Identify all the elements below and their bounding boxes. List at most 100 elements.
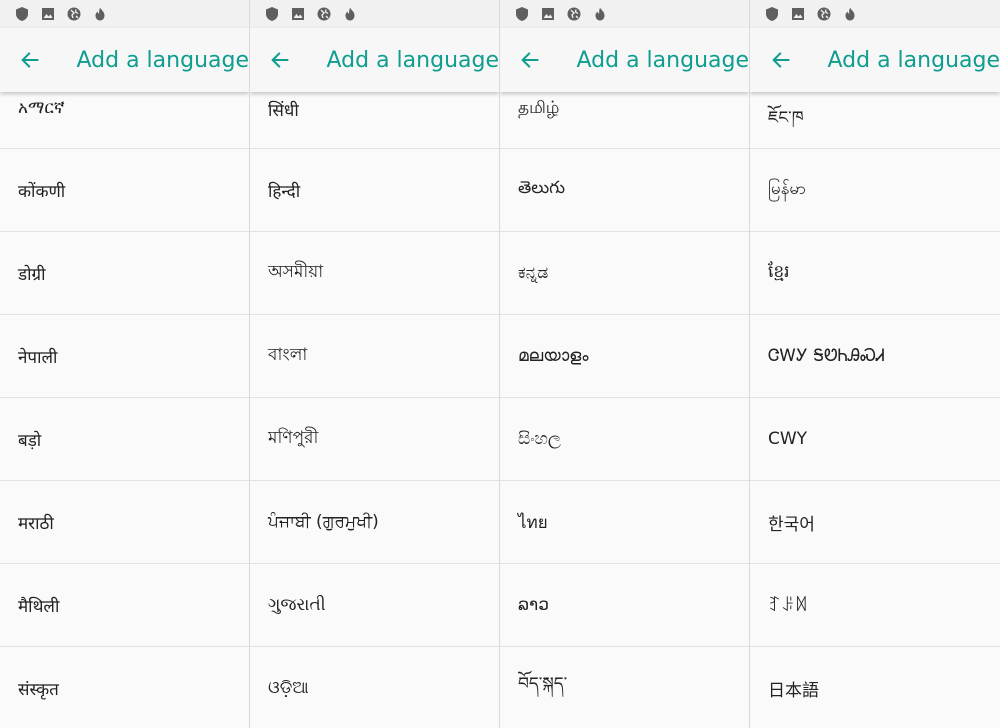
shield-icon xyxy=(264,6,280,22)
language-item[interactable]: डोग्री xyxy=(0,232,249,315)
back-arrow-icon[interactable] xyxy=(18,46,43,74)
language-item[interactable]: ಕನ್ನಡ xyxy=(500,232,749,315)
flame-icon xyxy=(342,6,358,22)
language-label: डोग्री xyxy=(18,264,46,285)
language-label: सिंधी xyxy=(268,101,299,121)
language-item[interactable]: মণিপুরী xyxy=(250,398,499,481)
language-label: मैथिली xyxy=(18,596,60,617)
screenshot-grid: Add a language አማርኛ कोंकणी डोग्री नेपाली… xyxy=(0,0,1000,728)
shield-icon xyxy=(514,6,530,22)
language-label: മലയാളം xyxy=(518,346,589,366)
language-label: አማርኛ xyxy=(18,98,65,118)
language-item[interactable]: ଓଡ଼ିଆ xyxy=(250,647,499,728)
flame-icon xyxy=(92,6,108,22)
language-item[interactable]: ខ្មែរ xyxy=(750,232,1000,315)
language-item[interactable]: မြန်မာ xyxy=(750,149,1000,232)
language-list: सिंधी हिन्दी অসমীয়া বাংলা মণিপুরী ਪੰਜਾਬ… xyxy=(250,62,499,728)
back-arrow-icon[interactable] xyxy=(518,46,543,74)
language-item[interactable]: नेपाली xyxy=(0,315,249,398)
image-icon xyxy=(40,6,56,22)
language-item[interactable]: हिन्दी xyxy=(250,149,499,232)
app-bar: Add a language xyxy=(0,28,249,92)
language-label: සිංහල xyxy=(518,429,561,449)
language-label: తెలుగు xyxy=(518,178,565,198)
page-title: Add a language xyxy=(576,47,750,73)
flame-icon xyxy=(842,6,858,22)
flame-icon xyxy=(592,6,608,22)
language-label: कोंकणी xyxy=(18,181,66,202)
language-label: ଓଡ଼ିଆ xyxy=(268,678,309,698)
language-label: ລາວ xyxy=(518,595,549,615)
globe-icon xyxy=(566,6,582,22)
language-label: မြန်မာ xyxy=(768,178,807,199)
panel-4: Add a language ཇོང་ཁ မြန်မာ ខ្មែរ ᏣᎳᎩ ᎦᏬ… xyxy=(750,0,1000,728)
language-list: ཇོང་ཁ မြန်မာ ខ្មែរ ᏣᎳᎩ ᎦᏬᏂᎯᏍᏗ CWY 한국어 ꆈꌠ… xyxy=(750,62,1000,728)
language-label: नेपाली xyxy=(18,347,58,368)
app-bar: Add a language xyxy=(250,28,499,92)
panel-3: Add a language தமிழ் తెలుగు ಕನ್ನಡ മലയാളം… xyxy=(500,0,750,728)
language-label: ཇོང་ཁ xyxy=(768,108,804,128)
back-arrow-icon[interactable] xyxy=(768,46,794,74)
globe-icon xyxy=(816,6,832,22)
language-label: ខ្មែរ xyxy=(768,261,790,282)
language-label: ಕನ್ನಡ xyxy=(518,263,549,283)
language-list: தமிழ் తెలుగు ಕನ್ನಡ മലയാളം සිංහල ไทย ລາວ … xyxy=(500,62,749,728)
globe-icon xyxy=(66,6,82,22)
app-bar: Add a language xyxy=(500,28,749,92)
language-label: মণিপুরী xyxy=(268,428,319,448)
language-label: 한국어 xyxy=(768,514,815,535)
image-icon xyxy=(290,6,306,22)
language-label: ગુજરાતી xyxy=(268,595,326,615)
language-item[interactable]: CWY xyxy=(750,398,1000,481)
language-item[interactable]: తెలుగు xyxy=(500,149,749,232)
page-title: Add a language xyxy=(326,47,500,73)
language-item[interactable]: ລາວ xyxy=(500,564,749,647)
image-icon xyxy=(790,6,806,22)
panel-1: Add a language አማርኛ कोंकणी डोग्री नेपाली… xyxy=(0,0,250,728)
language-label: ᏣᎳᎩ ᎦᏬᏂᎯᏍᏗ xyxy=(768,346,885,366)
app-bar: Add a language xyxy=(750,28,1000,92)
language-item[interactable]: ਪੰਜਾਬੀ (ਗੁਰਮੁਖੀ) xyxy=(250,481,499,564)
language-item[interactable]: संस्कृत xyxy=(0,647,249,728)
language-label: বাংলা xyxy=(268,345,308,365)
language-item[interactable]: मैथिली xyxy=(0,564,249,647)
language-item[interactable]: ᏣᎳᎩ ᎦᏬᏂᎯᏍᏗ xyxy=(750,315,1000,398)
language-item[interactable]: कोंकणी xyxy=(0,149,249,232)
language-item[interactable]: बड़ो xyxy=(0,398,249,481)
language-label: मराठी xyxy=(18,513,54,534)
status-bar xyxy=(250,0,499,28)
language-label: ไทย xyxy=(518,512,548,533)
language-label: தமிழ் xyxy=(518,98,560,118)
language-label: संस्कृत xyxy=(18,679,59,700)
language-item[interactable]: অসমীয়া xyxy=(250,232,499,315)
language-item[interactable]: বাংলা xyxy=(250,315,499,398)
language-label: CWY xyxy=(768,429,808,449)
status-bar xyxy=(0,0,249,28)
page-title: Add a language xyxy=(76,47,250,73)
globe-icon xyxy=(316,6,332,22)
language-label: অসমীয়া xyxy=(268,262,324,282)
status-bar xyxy=(500,0,749,28)
language-item[interactable]: 日本語 xyxy=(750,647,1000,728)
language-item[interactable]: සිංහල xyxy=(500,398,749,481)
page-title: Add a language xyxy=(827,47,1000,73)
language-label: हिन्दी xyxy=(268,181,301,202)
language-item[interactable]: ꆈꌠꉙ xyxy=(750,564,1000,647)
language-item[interactable]: ไทย xyxy=(500,481,749,564)
shield-icon xyxy=(764,6,780,22)
language-label: बड़ो xyxy=(18,430,42,451)
language-item[interactable]: ગુજરાતી xyxy=(250,564,499,647)
panel-2: Add a language सिंधी हिन्दी অসমীয়া বাংল… xyxy=(250,0,500,728)
back-arrow-icon[interactable] xyxy=(268,46,293,74)
language-list: አማርኛ कोंकणी डोग्री नेपाली बड़ो मराठी मैथ… xyxy=(0,62,249,728)
language-item[interactable]: 한국어 xyxy=(750,481,1000,564)
image-icon xyxy=(540,6,556,22)
language-label: ꆈꌠꉙ xyxy=(768,596,808,616)
language-item[interactable]: བོད་སྐད་ xyxy=(500,647,749,728)
language-label: ਪੰਜਾਬੀ (ਗੁਰਮੁਖੀ) xyxy=(268,512,379,532)
language-label: བོད་སྐད་ xyxy=(518,674,568,694)
shield-icon xyxy=(14,6,30,22)
status-bar xyxy=(750,0,1000,28)
language-item[interactable]: मराठी xyxy=(0,481,249,564)
language-item[interactable]: മലയാളം xyxy=(500,315,749,398)
